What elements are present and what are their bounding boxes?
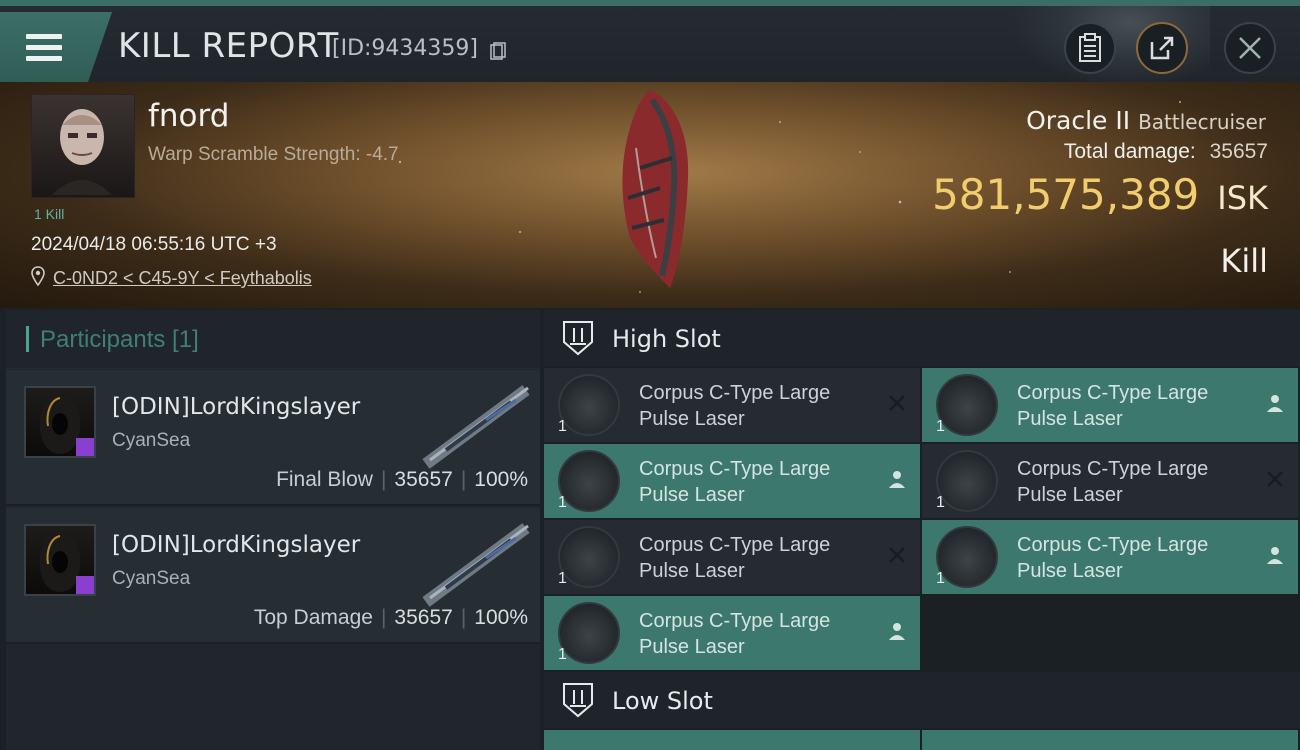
ship-name[interactable]: Oracle II Battlecruiser xyxy=(1026,106,1266,135)
person-icon xyxy=(889,471,905,488)
x-icon xyxy=(889,547,905,563)
item-name: Corpus C-Type Large Pulse Laser xyxy=(1017,458,1209,506)
clipboard-button[interactable] xyxy=(1064,22,1116,74)
item-name: Corpus C-Type Large Pulse Laser xyxy=(639,458,831,506)
weapon-icon xyxy=(422,385,530,469)
pulse-laser-icon xyxy=(936,450,998,512)
slot-item[interactable]: 1 Corpus C-Type Large Pulse Laser xyxy=(922,444,1298,518)
share-icon xyxy=(1150,36,1174,60)
header-accent-bar xyxy=(26,326,29,352)
slot-item[interactable]: 1 Corpus C-Type Large Pulse Laser xyxy=(922,520,1298,594)
menu-button[interactable] xyxy=(0,12,112,84)
kill-timestamp: 2024/04/18 06:55:16 UTC +3 xyxy=(31,234,277,255)
participants-panel: Participants [1] [ODIN]LordKingslayer Cy… xyxy=(6,310,540,750)
participant-role: Final Blow xyxy=(276,468,373,491)
pulse-laser-icon xyxy=(936,526,998,588)
item-quantity: 1 xyxy=(558,494,567,511)
item-quantity: 1 xyxy=(936,494,945,511)
item-name: Corpus C-Type Large Pulse Laser xyxy=(1017,382,1209,430)
slot-item[interactable]: 1 Corpus C-Type Large Pulse Laser xyxy=(544,596,920,670)
location-link[interactable]: C-0ND2 < C45-9Y < Feythabolis xyxy=(53,268,312,289)
participant-corp: CyanSea xyxy=(112,568,191,589)
participant-damage: 35657 xyxy=(394,468,453,491)
pulse-laser-icon xyxy=(558,450,620,512)
person-icon xyxy=(1267,547,1283,564)
page-title: KILL REPORT xyxy=(118,26,339,66)
corp-badge-icon xyxy=(76,576,94,594)
slot-item[interactable]: 1 Corpus C-Type Large Pulse Laser xyxy=(922,368,1298,442)
kill-count: 1 Kill xyxy=(34,206,65,222)
slot-item[interactable]: 1 Corpus C-Type Large Pulse Laser xyxy=(544,520,920,594)
pulse-laser-icon xyxy=(558,374,620,436)
participant-role: Top Damage xyxy=(253,606,373,629)
participant-row[interactable]: [ODIN]LordKingslayer CyanSea Final Blow |… xyxy=(6,370,540,506)
copy-icon[interactable] xyxy=(490,42,506,60)
item-quantity: 1 xyxy=(936,418,945,435)
share-button[interactable] xyxy=(1136,22,1188,74)
pulse-laser-icon xyxy=(558,526,620,588)
ship-image xyxy=(622,90,689,288)
participant-percent: 100% xyxy=(474,606,528,629)
total-damage: Total damage: 35657 xyxy=(1064,140,1268,164)
high-slot-header: High Slot xyxy=(544,310,1300,366)
person-icon xyxy=(1267,395,1283,412)
item-quantity: 1 xyxy=(558,570,567,587)
participant-row[interactable]: [ODIN]LordKingslayer CyanSea Top Damage |… xyxy=(6,508,540,644)
participant-damage: 35657 xyxy=(394,606,453,629)
item-name: Corpus C-Type Large Pulse Laser xyxy=(639,382,831,430)
pulse-laser-icon xyxy=(936,374,998,436)
participants-header: Participants [1] xyxy=(6,310,540,369)
item-name: Corpus C-Type Large Pulse Laser xyxy=(639,610,831,658)
result-label: Kill xyxy=(1220,242,1268,280)
victim-banner: fnord Warp Scramble Strength: -4.7 1 Kil… xyxy=(0,82,1300,308)
ship-name-text: Oracle II xyxy=(1026,106,1131,135)
fitting-slots-panel: High Slot 1 Corpus C-Type Large Pulse Las… xyxy=(544,310,1300,750)
participant-stats: Top Damage | 35657 | 100% xyxy=(253,606,528,629)
x-icon xyxy=(1267,471,1283,487)
low-slot-header: Low Slot xyxy=(544,672,1300,728)
corp-badge-icon xyxy=(76,438,94,456)
hamburger-menu-icon xyxy=(26,34,62,62)
victim-name[interactable]: fnord xyxy=(148,98,229,134)
victim-avatar-image xyxy=(52,109,112,195)
report-id: [ID:9434359] xyxy=(332,36,478,61)
participant-percent: 100% xyxy=(474,468,528,491)
item-name: Corpus C-Type Large Pulse Laser xyxy=(639,534,831,582)
item-quantity: 1 xyxy=(936,570,945,587)
slot-item[interactable]: 1 Corpus C-Type Large Pulse Laser xyxy=(544,444,920,518)
low-slot-item-partial[interactable] xyxy=(922,730,1298,750)
ship-class: Battlecruiser xyxy=(1138,110,1266,134)
participant-name[interactable]: [ODIN]LordKingslayer xyxy=(112,532,360,558)
isk-value: 581,575,389 ISK xyxy=(932,170,1268,219)
low-slot-title: Low Slot xyxy=(612,687,713,715)
participant-corp: CyanSea xyxy=(112,430,191,451)
slot-item[interactable]: 1 Corpus C-Type Large Pulse Laser xyxy=(544,368,920,442)
item-name: Corpus C-Type Large Pulse Laser xyxy=(1017,534,1209,582)
item-quantity: 1 xyxy=(558,646,567,663)
item-quantity: 1 xyxy=(558,418,567,435)
close-button[interactable] xyxy=(1224,22,1276,74)
low-slot-icon xyxy=(563,683,593,718)
warp-scramble-strength: Warp Scramble Strength: -4.7 xyxy=(148,144,399,165)
high-slot-icon xyxy=(563,321,593,356)
weapon-icon xyxy=(422,523,530,607)
low-slot-item-partial[interactable] xyxy=(544,730,920,750)
clipboard-icon xyxy=(1079,33,1101,62)
participant-stats: Final Blow | 35657 | 100% xyxy=(276,468,528,491)
total-damage-value: 35657 xyxy=(1209,140,1268,163)
location-pin-icon xyxy=(31,266,45,286)
high-slot-title: High Slot xyxy=(612,325,721,353)
total-damage-label: Total damage: xyxy=(1063,140,1196,163)
person-icon xyxy=(889,623,905,640)
victim-portrait[interactable] xyxy=(31,94,135,198)
header-bar: KILL REPORT [ID:9434359] xyxy=(0,0,1300,88)
x-icon xyxy=(889,395,905,411)
isk-amount: 581,575,389 xyxy=(932,170,1200,219)
participant-name[interactable]: [ODIN]LordKingslayer xyxy=(112,394,360,420)
pulse-laser-icon xyxy=(558,602,620,664)
participants-title: Participants [1] xyxy=(40,326,199,353)
close-icon xyxy=(1239,37,1261,59)
isk-unit: ISK xyxy=(1217,179,1268,217)
